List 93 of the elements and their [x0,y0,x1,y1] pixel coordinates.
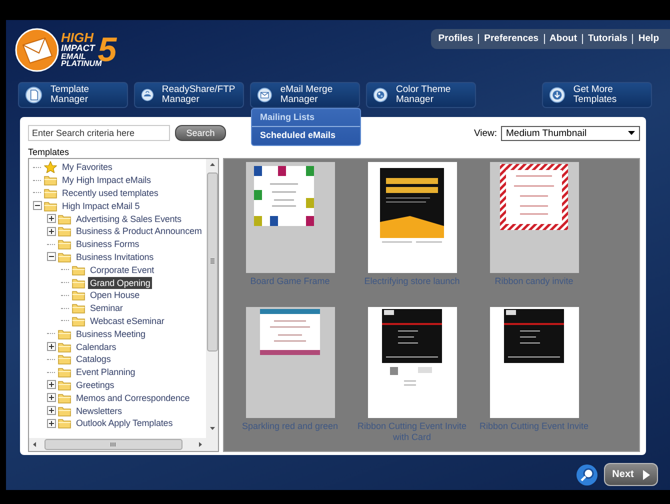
thumbnail-caption: Sparkling red and green [240,421,340,432]
tree-item[interactable]: Business Forms [74,238,142,250]
tree-item[interactable]: Outlook Apply Templates [74,417,175,430]
folder-icon [58,212,71,225]
section-label: Templates [28,147,70,158]
tree-item[interactable]: Business & Product Announcem [74,225,204,238]
caret-icon [628,131,635,135]
tree-item[interactable]: Calendars [74,340,118,353]
share-icon [141,86,154,104]
expand-icon[interactable] [47,214,56,224]
menu-item[interactable]: Scheduled eMails [252,126,360,145]
folder-icon [58,378,71,391]
thumbnail-caption: Ribbon Cutting Event Invite [478,421,590,432]
view-dropdown[interactable]: Medium Thumbnail [501,126,640,140]
folder-icon [72,302,85,314]
folder-icon [72,264,85,276]
tree-item[interactable]: My Favorites [60,161,114,174]
folder-icon [58,404,71,417]
download-icon [549,86,566,104]
folder-icon [58,328,71,340]
logo-text: EMAIL [61,52,86,60]
tree-item[interactable]: Greetings [74,378,116,391]
tree-item[interactable]: Event Planning [74,366,138,378]
folder-icon [58,238,71,250]
top-link[interactable]: Help [632,34,664,44]
expand-icon[interactable] [47,418,56,428]
template-thumbnail[interactable] [246,162,334,273]
tree-item[interactable]: My High Impact eMails [60,174,153,186]
tree-item[interactable]: Business Meeting [74,328,148,340]
nav-button[interactable]: Get More Templates [542,82,652,108]
tree-item[interactable]: Business Invitations [74,250,156,263]
folder-icon [58,366,71,378]
tree-item[interactable]: Open House [88,289,142,302]
folder-icon [58,250,71,263]
folder-icon [58,340,71,353]
folder-icon [44,174,57,186]
folder-icon [58,225,71,238]
envelope-icon [257,86,272,104]
expand-icon[interactable] [47,226,56,236]
tree-item[interactable]: High Impact eMail 5 [60,200,142,212]
logo-text: HIGH [61,32,94,44]
search-field[interactable]: Enter Search criteria here [28,125,170,141]
template-thumbnail[interactable] [246,307,334,418]
tree-item[interactable]: Newsletters [74,404,124,417]
folder-icon [44,186,57,199]
tree-item[interactable]: Corporate Event [88,264,156,276]
folder-icon [72,314,85,327]
page-icon [25,86,42,104]
menu-item[interactable]: Mailing Lists [252,109,360,126]
top-link[interactable]: About [544,34,582,44]
nav-button[interactable]: Template Manager [18,82,128,108]
folder-icon [72,289,85,302]
search-button[interactable]: Search [175,125,226,141]
folder-icon [72,276,85,289]
folder-icon [44,200,57,212]
tree-item[interactable]: Grand Opening [88,276,152,289]
top-link[interactable]: Tutorials [582,34,632,44]
collapse-icon[interactable] [33,201,42,210]
template-thumbnail[interactable] [368,162,456,273]
top-link[interactable]: Profiles [433,34,478,44]
thumbnail-caption: Electrifying store launch [363,276,461,287]
folder-icon [58,392,71,404]
logo-text: PLATINUM [61,60,102,68]
expand-icon[interactable] [47,393,56,402]
star-icon [44,161,57,174]
nav-button[interactable]: Color Theme Manager [366,82,476,108]
template-thumbnail[interactable] [490,162,578,273]
next-button[interactable]: Next [604,463,658,486]
expand-icon[interactable] [47,380,56,390]
thumbnail-caption: Ribbon Cutting Event Invite with Card [356,421,468,443]
tree-item[interactable]: Catalogs [74,353,113,366]
logo-text: IMPACT [61,44,96,53]
folder-icon [58,417,71,430]
template-thumbnail[interactable] [490,307,578,418]
expand-icon[interactable] [47,406,56,416]
tree-item[interactable]: Webcast eSeminar [88,314,166,327]
thumbnail-caption: Board Game Frame [249,276,331,287]
top-link[interactable]: Preferences [478,34,544,44]
collapse-icon[interactable] [47,252,56,262]
search-icon [576,464,598,486]
nav-button[interactable]: ReadyShare/FTP Manager [134,82,244,108]
folder-icon [58,353,71,366]
envelope-logo-icon [15,28,59,72]
palette-icon [373,86,388,104]
expand-icon[interactable] [47,342,56,352]
tree-item[interactable]: Advertising & Sales Events [74,212,184,225]
tree-item[interactable]: Recently used templates [60,186,160,199]
tree-item[interactable]: Memos and Correspondence [74,392,192,404]
view-label: View: [474,128,497,138]
tree-item[interactable]: Seminar [88,302,125,314]
thumbnail-caption: Ribbon candy invite [494,276,574,287]
play-icon [642,470,650,480]
template-thumbnail[interactable] [368,307,456,418]
